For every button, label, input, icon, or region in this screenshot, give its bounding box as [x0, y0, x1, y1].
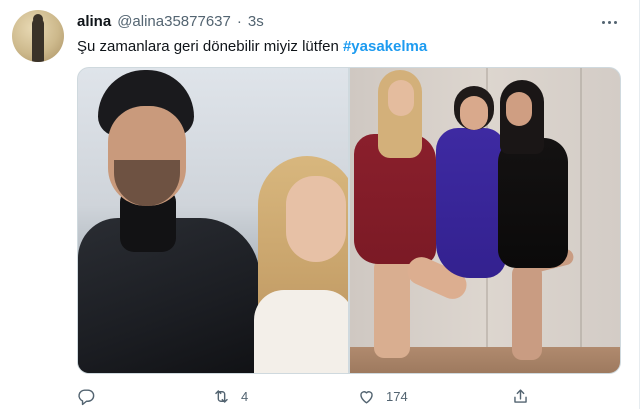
retweet-button[interactable]: 4	[212, 386, 248, 406]
header-separator: ·	[236, 12, 242, 30]
media-grid	[77, 67, 621, 374]
share-icon	[514, 388, 527, 403]
avatar-figure	[32, 18, 44, 62]
tweet-header: alina @alina35877637 · 3s	[77, 11, 264, 31]
tweet-timestamp[interactable]: 3s	[248, 13, 264, 30]
retweet-icon	[215, 389, 228, 403]
hashtag-link[interactable]: #yasakelma	[343, 38, 427, 55]
photo-black-dress	[498, 138, 568, 268]
tweet-body: Şu zamanlara geri dönebilir miyiz lütfen	[77, 38, 343, 55]
photo-three-women[interactable]	[350, 68, 620, 373]
photo-purple-dress	[436, 128, 506, 278]
reply-button[interactable]	[77, 386, 106, 406]
author-name[interactable]: alina	[77, 13, 111, 30]
like-count: 174	[386, 388, 408, 404]
heart-icon	[360, 390, 373, 404]
tweet: alina @alina35877637 · 3s Şu zamanlara g…	[0, 0, 640, 409]
like-button[interactable]: 174	[357, 386, 408, 406]
action-bar: 4 174	[77, 386, 619, 406]
author-handle[interactable]: @alina35877637	[117, 13, 231, 30]
photo-couple[interactable]	[78, 68, 348, 373]
more-options-button[interactable]	[599, 12, 619, 28]
more-horizontal-icon	[600, 11, 618, 29]
tweet-text: Şu zamanlara geri dönebilir miyiz lütfen…	[77, 37, 427, 57]
avatar[interactable]	[12, 10, 64, 62]
retweet-count: 4	[241, 388, 249, 404]
reply-icon	[78, 388, 95, 405]
share-button[interactable]	[511, 386, 530, 406]
